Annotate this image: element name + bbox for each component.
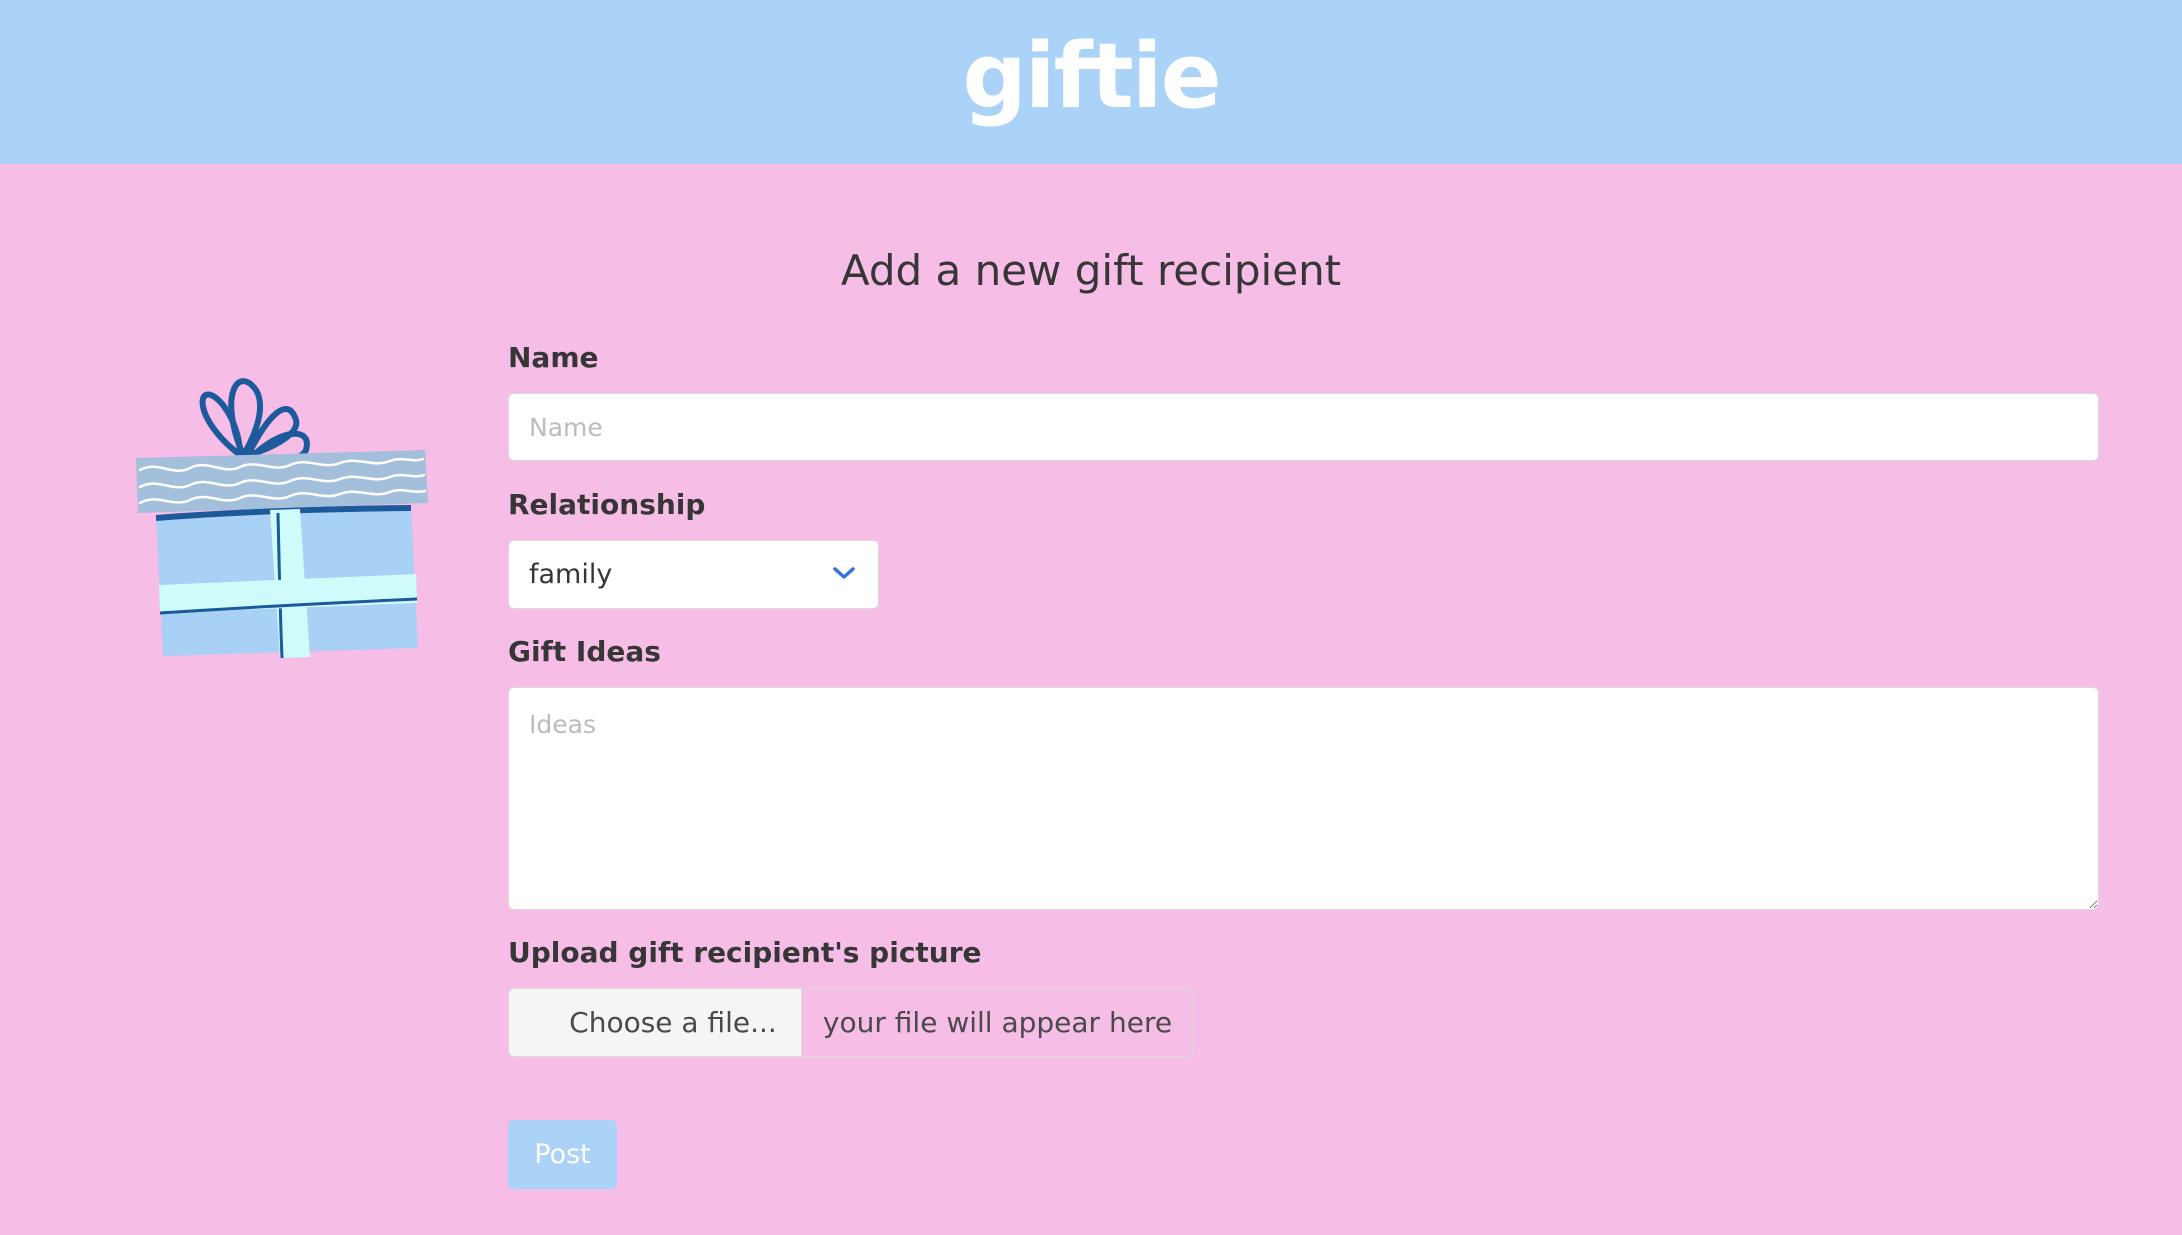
relationship-label: Relationship [508, 488, 706, 521]
file-upload: Choose a file... your file will appear h… [508, 988, 1194, 1057]
name-input[interactable] [508, 393, 2099, 461]
page-title: Add a new gift recipient [840, 246, 1342, 295]
post-button[interactable]: Post [508, 1120, 617, 1189]
chevron-down-icon [833, 567, 855, 579]
upload-label: Upload gift recipient's picture [508, 936, 982, 969]
relationship-selected-value: family [529, 559, 613, 590]
gift-ideas-label: Gift Ideas [508, 635, 661, 668]
name-label: Name [508, 341, 599, 374]
gift-ideas-textarea[interactable] [508, 687, 2099, 910]
relationship-select[interactable]: family [508, 540, 879, 609]
gift-box-icon [136, 378, 428, 659]
choose-file-button[interactable]: Choose a file... [508, 988, 802, 1057]
app-header: giftie [0, 0, 2182, 164]
brand-logo[interactable]: giftie [962, 32, 1221, 122]
file-name-display: your file will appear here [802, 988, 1194, 1057]
